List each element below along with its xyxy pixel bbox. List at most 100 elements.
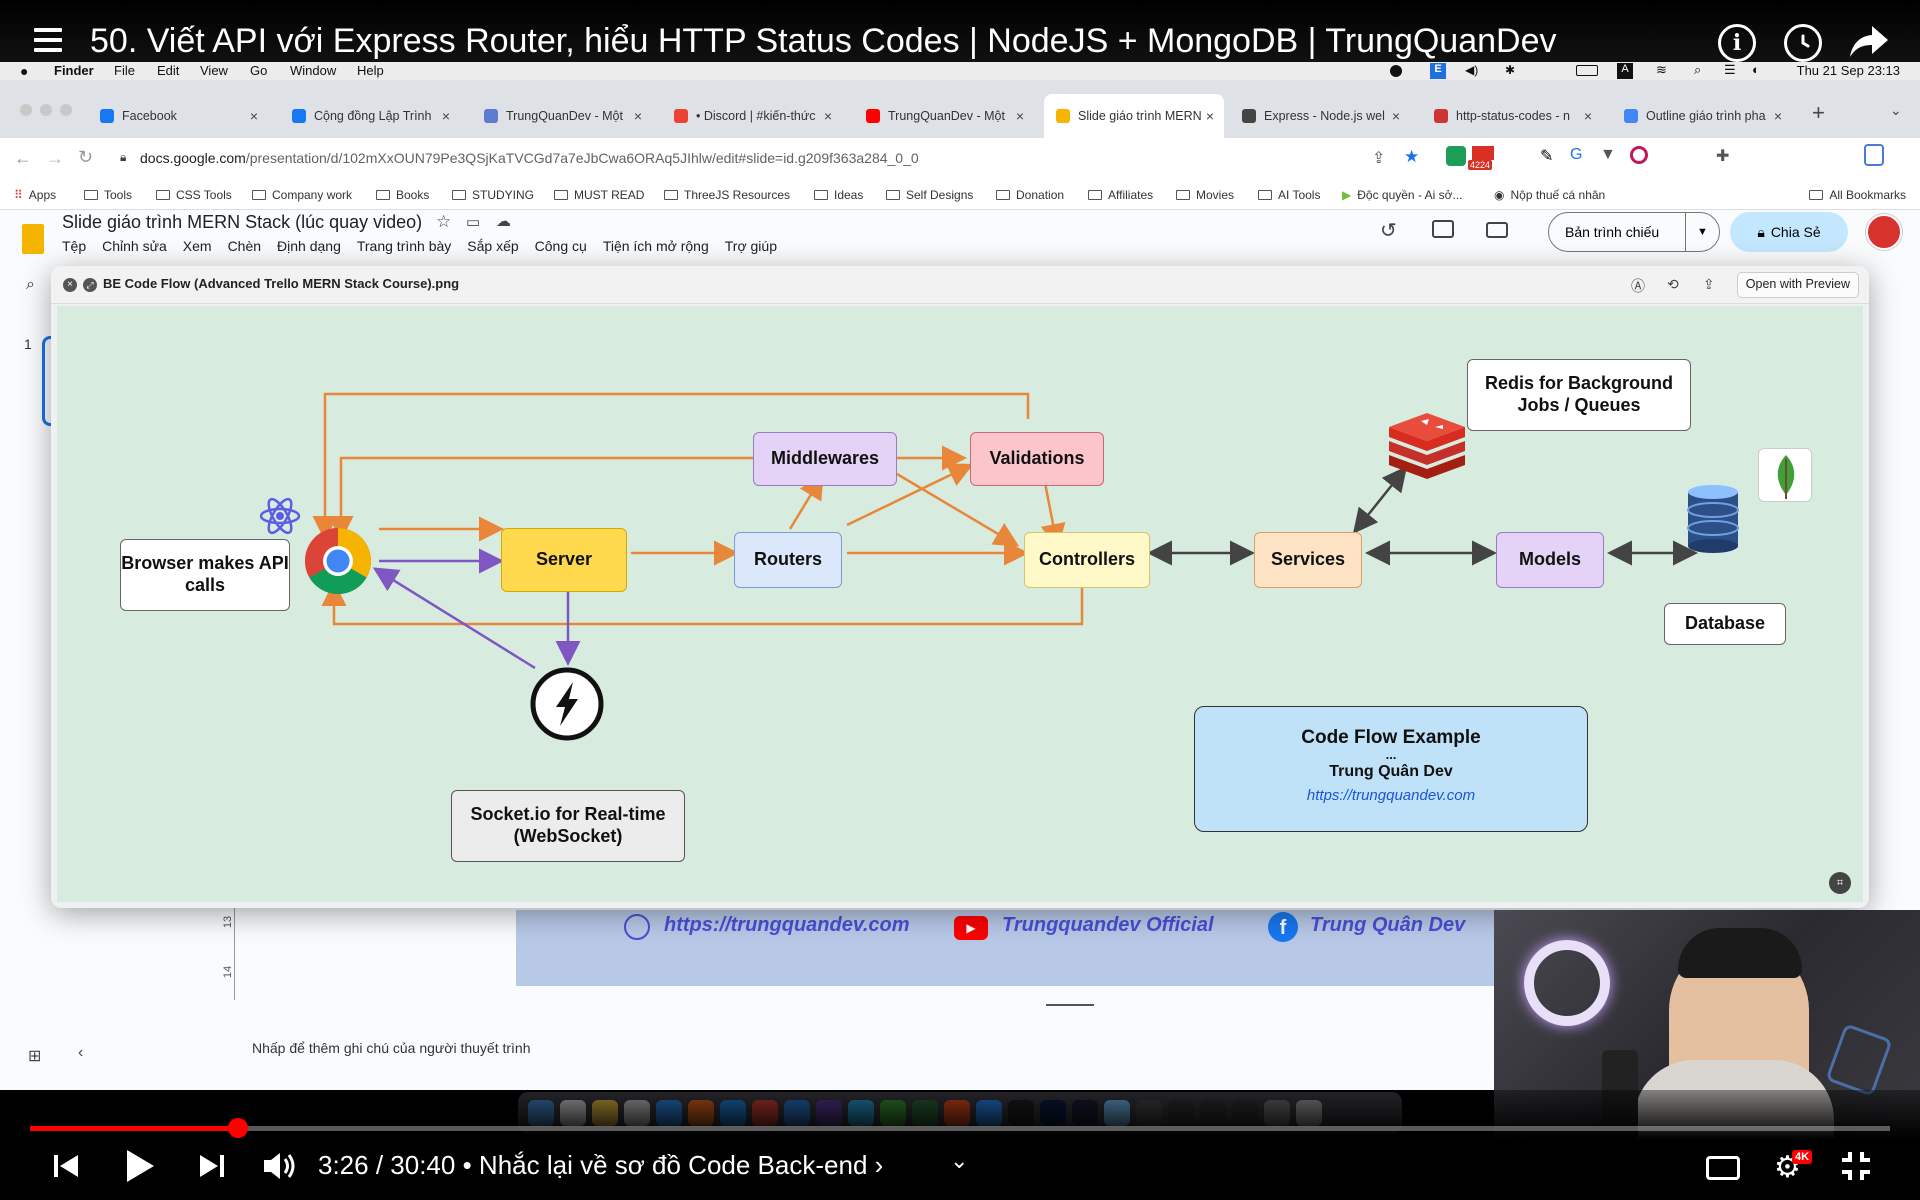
reload-icon[interactable]: ↻ [78,147,93,168]
slides-logo-icon[interactable] [22,224,44,254]
tab-close-icon[interactable]: × [1774,108,1782,124]
tab-close-icon[interactable]: × [250,108,258,124]
meet-icon[interactable] [1486,222,1508,238]
extension-green-icon[interactable] [1446,146,1466,166]
bookmark-item[interactable]: ⠿ Apps [14,188,56,202]
bookmark-item[interactable]: Movies [1176,188,1234,202]
minimize-window-icon[interactable] [40,104,52,116]
markup-icon[interactable]: Ⓐ [1631,276,1645,296]
chevron-down-icon[interactable]: ⌄ [950,1148,968,1174]
bookmark-item[interactable]: ▶ Độc quyền - Ai sở... [1342,188,1462,202]
slides-menu-item[interactable]: Định dạng [277,238,341,254]
spotlight-icon[interactable]: ⌕ [1694,62,1701,78]
tab-8[interactable]: Outline giáo trình pha × [1612,94,1792,138]
fullscreen-icon[interactable]: ⤢ [83,278,97,292]
tab-close-icon[interactable]: × [1392,108,1400,124]
menubar-clock[interactable]: Thu 21 Sep 23:13 [1797,63,1900,78]
gmail-extension-icon[interactable] [1472,146,1494,160]
bookmark-item[interactable]: Tools [84,188,132,202]
chapter-title[interactable]: Nhắc lại về sơ đồ Code Back-end [479,1150,867,1180]
exit-fullscreen-icon[interactable] [1840,1150,1872,1182]
slides-menu-item[interactable]: Công cụ [535,238,587,254]
forward-icon[interactable]: → [46,148,64,169]
previous-icon[interactable] [52,1152,80,1180]
slides-menu-item[interactable]: Chỉnh sửa [102,238,167,254]
tab-4[interactable]: TrungQuanDev - Một × [854,94,1034,138]
lock-icon[interactable]: 🔒︎ [120,150,126,165]
translate-icon[interactable]: G [1570,146,1582,164]
menubar-view[interactable]: View [200,63,228,78]
profile-shield-icon[interactable] [1864,144,1884,166]
comments-icon[interactable] [1432,220,1454,238]
bookmark-item[interactable]: CSS Tools [156,188,232,202]
present-dropdown-icon[interactable]: ▼ [1685,213,1719,251]
slides-menu-item[interactable]: Sắp xếp [467,238,518,254]
progress-scrubber[interactable] [228,1118,248,1138]
menubar-go[interactable]: Go [250,63,267,78]
slides-menu-item[interactable]: Tệp [62,238,86,254]
menubar-app[interactable]: Finder [54,63,94,78]
footer-link-facebook[interactable]: Trung Quân Dev [1310,914,1465,937]
tab-close-icon[interactable]: × [442,108,450,124]
volume-icon[interactable]: ◀) [1465,63,1478,77]
version-history-icon[interactable]: ↺ [1380,218,1397,243]
bookmark-item[interactable]: MUST READ [554,188,644,202]
bluetooth-icon[interactable]: ✱ [1505,63,1515,77]
share-icon[interactable]: ⇪ [1703,276,1715,293]
share-page-icon[interactable]: ⇪ [1372,148,1385,168]
zoom-window-icon[interactable] [60,104,72,116]
tab-close-icon[interactable]: × [1016,108,1024,124]
eyedropper-icon[interactable]: ✎ [1540,146,1553,166]
next-icon[interactable] [198,1152,226,1180]
present-button[interactable]: Bản trình chiếu ▼ [1548,212,1720,252]
avatar[interactable] [1866,214,1902,250]
menubar-window[interactable]: Window [290,63,336,78]
battery-icon[interactable] [1576,65,1598,76]
bookmark-item[interactable]: Ideas [814,188,863,202]
bookmark-item[interactable]: Donation [996,188,1064,202]
tab-7[interactable]: http-status-codes - n × [1422,94,1602,138]
bookmark-item[interactable]: ThreeJS Resources [664,188,790,202]
watch-later-icon[interactable] [1784,24,1822,62]
footer-link-youtube[interactable]: Trungquandev Official [1002,914,1214,937]
tab-6[interactable]: Express - Node.js wel × [1230,94,1410,138]
play-icon[interactable] [124,1148,156,1184]
scan-text-icon[interactable]: ⌗ [1829,872,1851,894]
tab-5[interactable]: Slide giáo trình MERN × [1044,94,1224,138]
grid-view-icon[interactable]: ⊞ [28,1046,41,1066]
bookmark-item[interactable]: Books [376,188,429,202]
captions-icon[interactable] [1706,1156,1740,1180]
footer-link-website[interactable]: https://trungquandev.com [664,914,910,937]
video-title[interactable]: 50. Viết API với Express Router, hiểu HT… [90,22,1557,61]
star-icon[interactable]: ☆ [436,212,451,232]
tab-0[interactable]: Facebook × [88,94,268,138]
back-icon[interactable]: ← [14,148,32,169]
bookmark-item[interactable]: Affiliates [1088,188,1153,202]
tab-search-icon[interactable]: ⌄ [1890,102,1902,119]
info-icon[interactable]: i [1718,24,1756,62]
notes-resize-handle[interactable] [1046,1004,1094,1006]
bookmark-item[interactable]: Self Designs [886,188,973,202]
menu-icon[interactable] [34,28,62,58]
slides-menu-item[interactable]: Trợ giúp [725,238,777,254]
slides-menu-item[interactable]: Trang trình bày [357,238,451,254]
control-center-icon[interactable]: ☰ [1724,62,1736,78]
tab-1[interactable]: Cộng đồng Lập Trình × [280,94,460,138]
siri-icon[interactable]: ◐ [1752,62,1760,77]
bookmark-item[interactable]: Company work [252,188,352,202]
tab-close-icon[interactable]: × [824,108,832,124]
slides-menu-item[interactable]: Chèn [228,238,261,254]
bookmark-star-icon[interactable]: ★ [1404,147,1419,167]
tab-close-icon[interactable]: × [634,108,642,124]
font-icon[interactable]: A [1617,63,1633,79]
rotate-icon[interactable]: ⟲ [1667,276,1679,293]
slides-menu-item[interactable]: Xem [183,238,212,254]
filter-icon[interactable]: ▼ [1600,146,1616,164]
wifi-icon[interactable]: ≋ [1656,62,1667,78]
tab-close-icon[interactable]: × [1206,108,1214,124]
extensions-puzzle-icon[interactable]: ✚ [1716,146,1729,166]
speaker-notes[interactable]: Nhấp để thêm ghi chú của người thuyết tr… [252,1040,531,1056]
menubar-help[interactable]: Help [357,63,384,78]
slides-menu-item[interactable]: Tiện ích mở rộng [603,238,709,254]
progress-bar[interactable] [30,1126,1890,1131]
